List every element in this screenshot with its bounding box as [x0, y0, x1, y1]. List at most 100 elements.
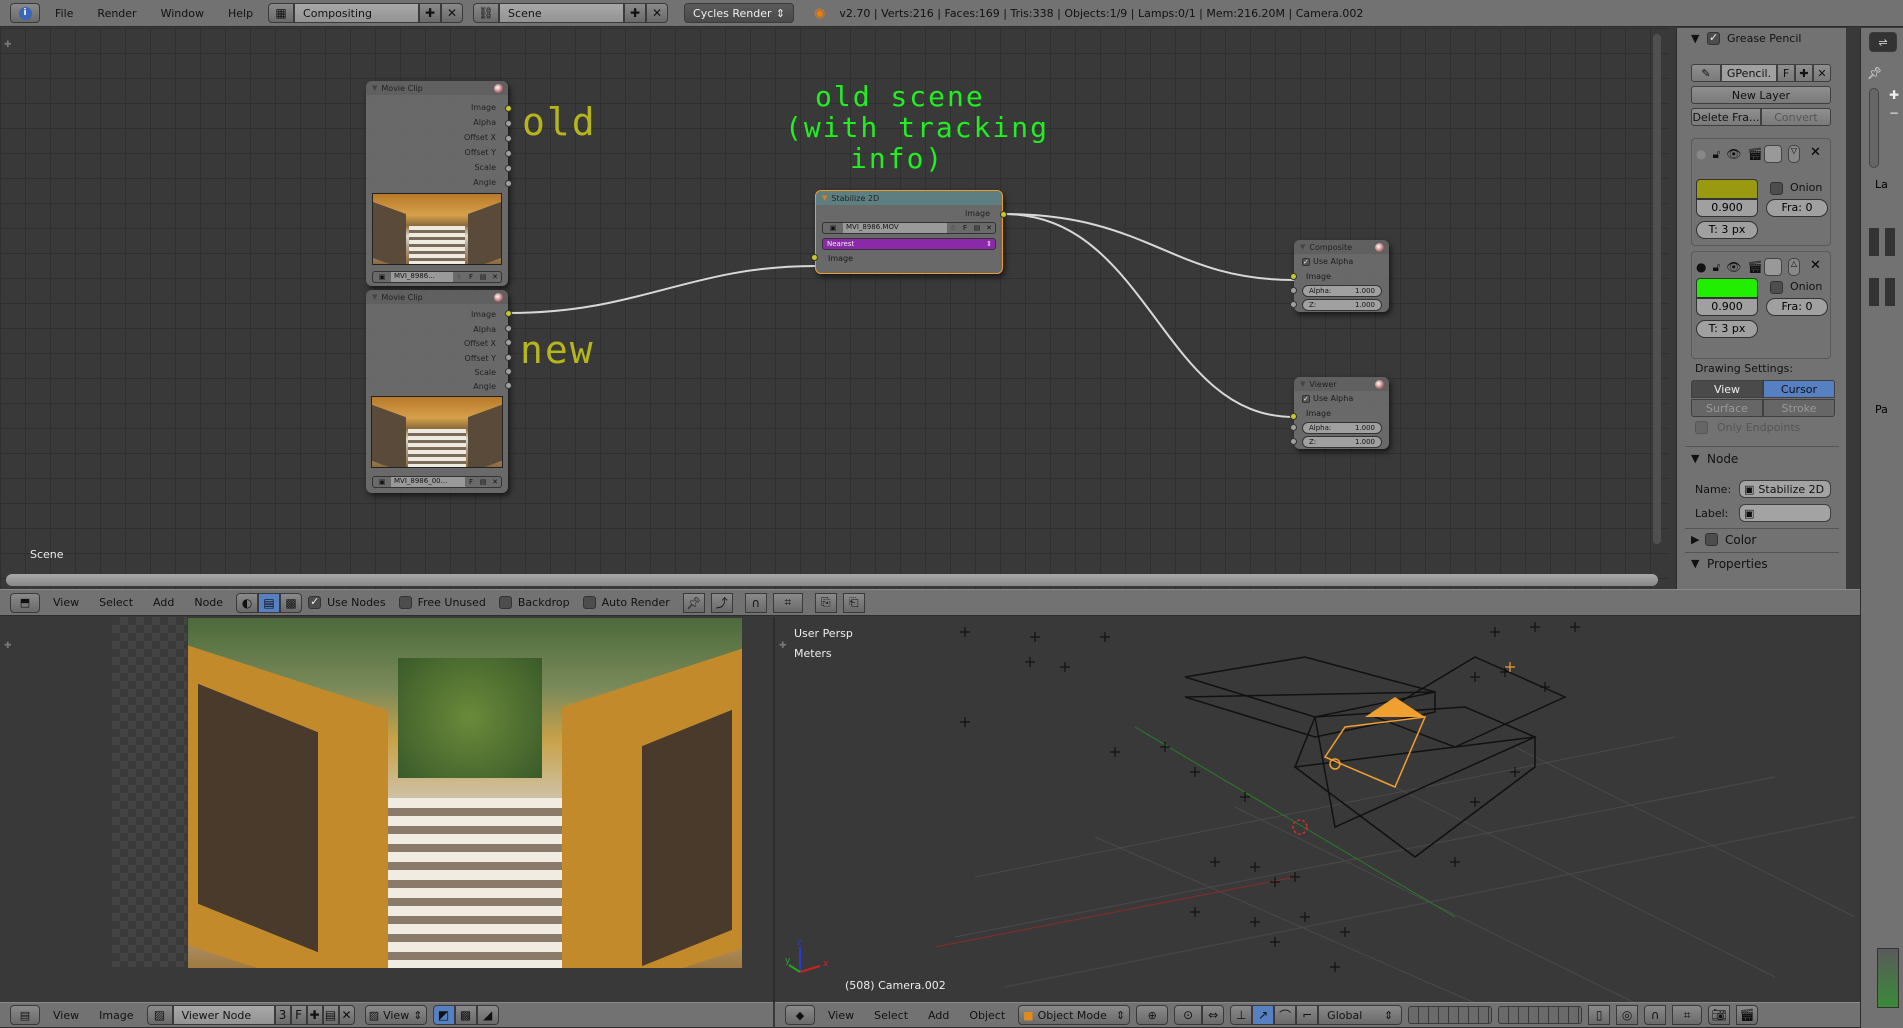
rotate-manipulator-icon[interactable]: ⌒ — [1274, 1005, 1297, 1025]
menu-select[interactable]: Select — [867, 1009, 915, 1022]
snap-element-icon[interactable]: ⌗ — [772, 592, 803, 613]
socket-alpha-in[interactable] — [1290, 424, 1297, 431]
preview-sphere-icon[interactable] — [1375, 243, 1384, 252]
clapper-icon[interactable]: 🎬︎ — [1748, 147, 1763, 162]
clip-selector[interactable]: ▣ MVI_8986.MOV 6 F ▤ ✕ — [822, 222, 996, 234]
menu-view[interactable]: View — [46, 596, 86, 609]
move-up-icon[interactable]: △ — [1788, 258, 1800, 276]
layer-button[interactable] — [1885, 278, 1895, 306]
layer-name-field[interactable] — [1764, 145, 1782, 163]
collapse-icon[interactable]: ▼ — [1691, 32, 1699, 45]
fake-user-button[interactable]: F — [959, 224, 971, 232]
menu-add[interactable]: Add — [921, 1009, 956, 1022]
socket-image-out[interactable] — [1000, 211, 1007, 218]
snap-magnet-icon[interactable]: ∩ — [744, 592, 767, 613]
lock-camera-icon[interactable]: ▯ — [1588, 1005, 1611, 1025]
layer-active-radio[interactable]: ● — [1696, 260, 1706, 275]
filter-dropdown[interactable]: Nearest ⇕ — [822, 238, 996, 250]
properties-panel-collapse-icon[interactable]: ▼ — [1691, 557, 1699, 570]
clip-selector[interactable]: ▣ MVI_8986_00... F ▤ ✕ — [372, 476, 502, 488]
open-image-icon[interactable]: ▤ — [322, 1005, 339, 1025]
menu-view[interactable]: View — [46, 1009, 86, 1022]
use-alpha-checkbox[interactable]: ✓ Use Alpha — [1302, 257, 1353, 266]
preview-sphere-icon[interactable] — [1375, 380, 1384, 389]
proportional-edit-icon[interactable]: ◎ — [1616, 1005, 1639, 1025]
add-icon[interactable]: ✚ — [1795, 64, 1813, 82]
alpha-field[interactable]: Alpha: 1.000 — [1302, 285, 1382, 297]
manipulate-center-icon[interactable]: ⇔ — [1202, 1005, 1225, 1025]
menu-view[interactable]: View — [821, 1009, 861, 1022]
socket-alpha-in[interactable] — [1290, 287, 1297, 294]
scene-icon[interactable]: ⛓ — [473, 3, 500, 23]
preview-sphere-icon[interactable] — [494, 293, 503, 302]
onion-checkbox[interactable] — [1770, 281, 1783, 294]
collapse-icon[interactable]: ▼ — [1300, 243, 1305, 251]
render-animation-icon[interactable]: 🎬︎ — [1736, 1005, 1759, 1025]
socket-angle-out[interactable] — [505, 180, 512, 187]
color-panel-expand-icon[interactable]: ▶ — [1691, 533, 1699, 546]
fake-user-button[interactable]: F — [1777, 64, 1795, 82]
only-endpoints-checkbox[interactable] — [1695, 421, 1708, 434]
auto-render-checkbox[interactable] — [582, 596, 596, 609]
open-folder-icon[interactable]: ▤ — [971, 224, 983, 232]
socket-image-in[interactable] — [811, 254, 818, 261]
area-divider[interactable] — [773, 617, 775, 1003]
socket-offset-x-out[interactable] — [505, 339, 512, 346]
snap-magnet-icon[interactable]: ∩ — [1644, 1005, 1667, 1025]
translate-manipulator-icon[interactable]: ↗ — [1252, 1005, 1275, 1025]
layer-name-field[interactable] — [1764, 258, 1782, 276]
editor-type-info-button[interactable]: i — [10, 3, 40, 23]
compositing-tree-icon[interactable]: ▤ — [258, 592, 281, 613]
draw-mode-stroke[interactable]: Stroke — [1763, 399, 1835, 417]
remove-layer-icon[interactable]: ✕ — [1810, 145, 1821, 160]
layer-button[interactable] — [1869, 278, 1879, 306]
node-editor[interactable]: ✚ ▼ Movie Clip Image Alpha Offset X Offse… — [0, 28, 1668, 590]
image-name-field[interactable]: Viewer Node — [172, 1005, 275, 1025]
new-image-icon[interactable]: ✚ — [306, 1005, 323, 1025]
alpha-field[interactable]: Alpha: 1.000 — [1302, 422, 1382, 434]
new-layer-button[interactable]: New Layer — [1691, 86, 1831, 104]
thickness-field[interactable]: T: 3 px — [1696, 320, 1758, 338]
unlink-icon[interactable]: ✕ — [1813, 64, 1831, 82]
paste-nodes-icon[interactable]: ⎗ — [842, 592, 865, 613]
fake-user-button[interactable]: F — [290, 1005, 307, 1025]
z-field[interactable]: Z: 1.000 — [1302, 299, 1382, 311]
convert-button[interactable]: Convert — [1761, 108, 1831, 126]
draw-mode-cursor[interactable]: Cursor — [1763, 380, 1835, 398]
socket-offset-y-out[interactable] — [505, 150, 512, 157]
eye-icon[interactable]: 👁︎ — [1726, 260, 1741, 275]
parent-node-icon[interactable]: ⤴ — [710, 592, 733, 613]
scene-layers-a[interactable] — [1408, 1006, 1493, 1024]
node-movie-clip-new[interactable]: ▼ Movie Clip Image Alpha Offset X Offset … — [366, 290, 512, 493]
render-engine-dropdown[interactable]: Cycles Render ⇕ — [684, 3, 795, 23]
layout-icon[interactable]: ▦ — [268, 3, 295, 23]
snap-element-icon[interactable]: ⌗ — [1672, 1005, 1703, 1025]
3d-viewport[interactable]: z x y ✚ User Persp Meters (508) Camera.0… — [775, 617, 1860, 1003]
lock-icon[interactable]: 🔓︎ — [1712, 260, 1720, 275]
remove-layout-icon[interactable]: ✕ — [441, 3, 464, 23]
onion-frames-field[interactable]: Fra: 0 — [1766, 298, 1828, 316]
transform-orientation-dropdown[interactable]: Global ⇕ — [1318, 1005, 1403, 1025]
use-alpha-checkbox[interactable]: ✓ Use Alpha — [1302, 394, 1353, 403]
node-stabilize-2d[interactable]: ▼ Stabilize 2D Image ▣ MVI_8986.MOV 6 F ▤… — [811, 190, 1007, 274]
socket-offset-y-out[interactable] — [505, 354, 512, 361]
socket-angle-out[interactable] — [505, 382, 512, 389]
gpencil-datablock-field[interactable]: GPencil. — [1721, 64, 1777, 82]
eye-icon[interactable]: 👁︎ — [1726, 147, 1741, 162]
draw-mode-view[interactable]: View — [1691, 380, 1763, 398]
socket-z-in[interactable] — [1290, 301, 1297, 308]
layer-button[interactable] — [1885, 228, 1895, 256]
collapse-icon[interactable]: ▼ — [372, 84, 377, 92]
render-still-icon[interactable]: 📷︎ — [1708, 1005, 1731, 1025]
editor-type-image-button[interactable]: ▤ — [10, 1005, 40, 1025]
thickness-field[interactable]: T: 3 px — [1696, 221, 1758, 239]
editor-type-3d-button[interactable]: ◆ — [785, 1005, 815, 1025]
grease-pencil-enable-checkbox[interactable] — [1707, 31, 1720, 45]
editor-type-node-button[interactable]: ⬒ — [10, 592, 40, 613]
menu-image[interactable]: Image — [92, 1009, 140, 1022]
scene-layers-b[interactable] — [1498, 1006, 1583, 1024]
copy-nodes-icon[interactable]: ⎘ — [814, 592, 837, 613]
collapse-icon[interactable]: ▼ — [372, 293, 377, 301]
menu-window[interactable]: Window — [152, 7, 213, 20]
open-folder-icon[interactable]: ▤ — [477, 273, 489, 281]
